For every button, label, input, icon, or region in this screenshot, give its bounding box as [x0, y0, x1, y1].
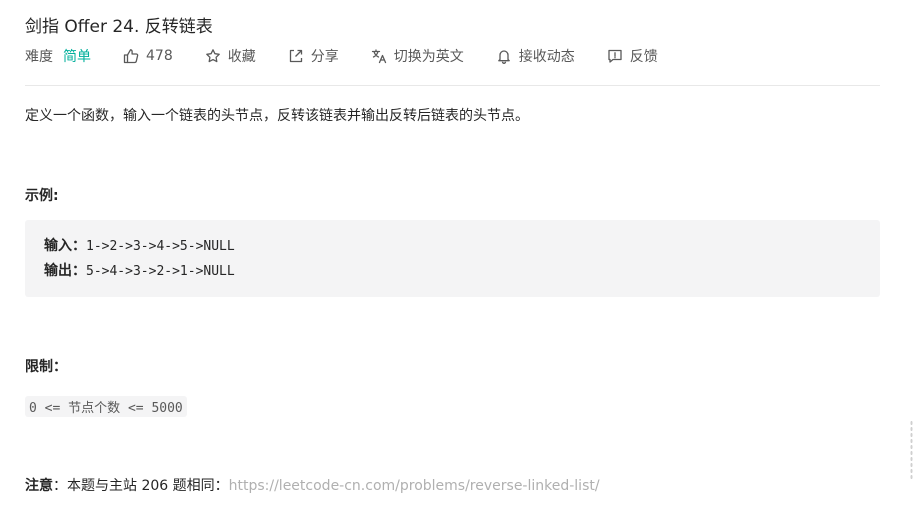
- header-divider: [25, 85, 880, 86]
- thumbs-up-icon: [123, 49, 139, 64]
- collect-label: 收藏: [227, 49, 256, 65]
- limit-code: 0 <= 节点个数 <= 5000: [25, 396, 187, 417]
- example-input-label: 输入：: [44, 238, 86, 254]
- example-input-value: 1->2->3->4->5->NULL: [86, 239, 235, 254]
- example-block: 输入：1->2->3->4->5->NULL 输出：5->4->3->2->1-…: [25, 220, 880, 297]
- difficulty-value: 简单: [63, 49, 91, 65]
- limit-heading: 限制：: [25, 359, 67, 375]
- notify-button[interactable]: 接收动态: [496, 46, 575, 66]
- difficulty-label: 难度: [25, 49, 53, 65]
- problem-meta-bar: 难度 简单 478 收藏 分享 切换为英文 接收动态 反馈: [25, 45, 690, 67]
- share-icon: [289, 49, 302, 63]
- translate-icon: [371, 49, 386, 64]
- problem-description: 定义一个函数，输入一个链表的头节点，反转该链表并输出反转后链表的头节点。: [25, 108, 529, 124]
- collect-button[interactable]: 收藏: [205, 46, 256, 66]
- note-label: 注意: [25, 478, 53, 494]
- notify-label: 接收动态: [518, 49, 575, 65]
- note-text: ：本题与主站 206 题相同：: [53, 478, 229, 494]
- star-icon: [205, 49, 220, 63]
- share-label: 分享: [310, 49, 339, 65]
- switch-language-button[interactable]: 切换为英文: [371, 46, 464, 66]
- feedback-label: 反馈: [629, 49, 658, 65]
- share-button[interactable]: 分享: [288, 46, 339, 66]
- bell-icon: [497, 50, 510, 64]
- like-count: 478: [146, 48, 173, 64]
- problem-page: 剑指 Offer 24. 反转链表 难度 简单 478 收藏 分享 切换为英文 …: [0, 0, 913, 505]
- like-button[interactable]: 478: [123, 48, 173, 64]
- feedback-icon: [608, 49, 622, 63]
- example-heading: 示例:: [25, 188, 59, 204]
- example-output-label: 输出：: [44, 263, 86, 279]
- note-line: 注意：本题与主站 206 题相同：https://leetcode-cn.com…: [25, 475, 600, 495]
- related-problem-link[interactable]: https://leetcode-cn.com/problems/reverse…: [229, 478, 600, 494]
- example-output-line: 输出：5->4->3->2->1->NULL: [44, 259, 861, 284]
- problem-title: 剑指 Offer 24. 反转链表: [25, 17, 213, 37]
- example-output-value: 5->4->3->2->1->NULL: [86, 264, 235, 279]
- switch-language-label: 切换为英文: [393, 49, 464, 65]
- example-input-line: 输入：1->2->3->4->5->NULL: [44, 234, 861, 259]
- feedback-button[interactable]: 反馈: [607, 46, 658, 66]
